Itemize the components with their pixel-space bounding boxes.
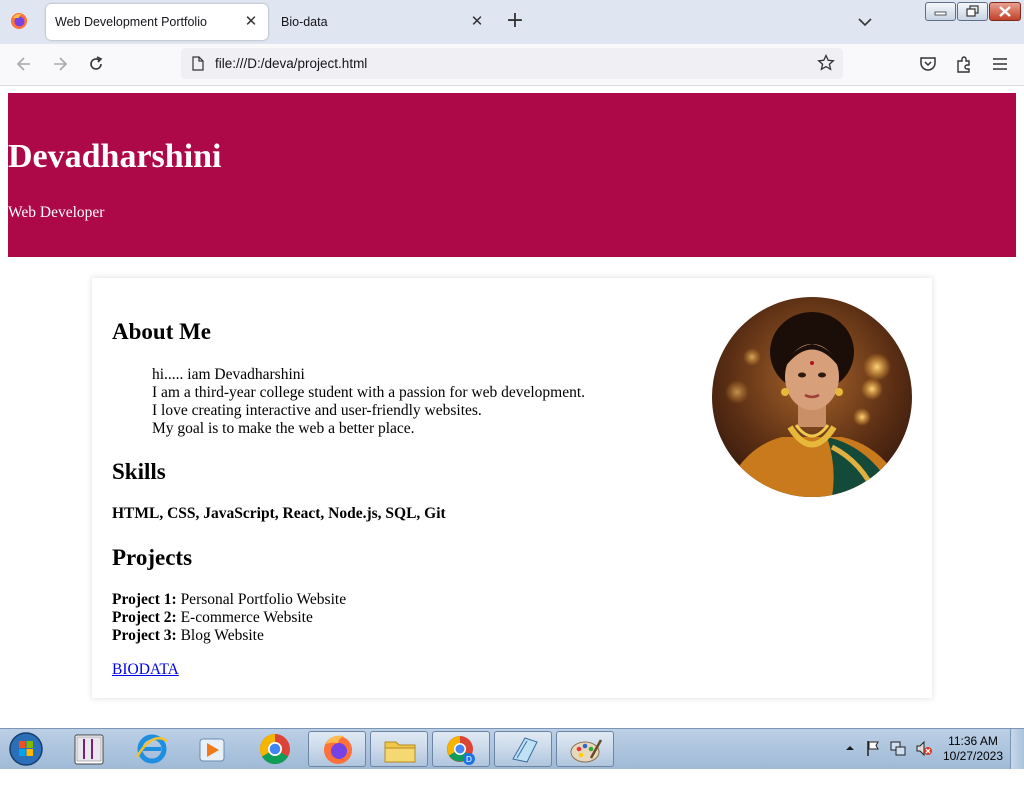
forward-arrow-icon[interactable] — [50, 54, 70, 74]
pocket-icon[interactable] — [918, 54, 938, 74]
chrome-profile-taskbar-icon[interactable]: D — [432, 731, 490, 767]
tally-icon[interactable] — [60, 731, 118, 767]
close-tab-icon[interactable]: ✕ — [243, 14, 259, 30]
bookmark-star-icon[interactable] — [817, 54, 835, 72]
chevron-down-icon[interactable] — [856, 14, 874, 30]
reload-icon[interactable] — [86, 54, 106, 74]
about-line: hi..... iam Devadharshini — [152, 366, 305, 383]
action-center-flag-icon[interactable] — [865, 740, 881, 757]
address-bar[interactable]: file:///D:/deva/project.html — [181, 48, 843, 79]
about-text: hi..... iam Devadharshini I am a third-y… — [152, 366, 585, 438]
page-title: Devadharshini — [8, 138, 222, 175]
about-line: My goal is to make the web a better plac… — [152, 420, 415, 437]
media-player-logo-icon — [199, 738, 225, 762]
minimize-icon — [934, 11, 947, 16]
project-name: Blog Website — [180, 627, 264, 644]
show-desktop-button[interactable] — [1010, 729, 1024, 769]
system-tray — [845, 737, 935, 761]
svg-text:D: D — [466, 755, 472, 764]
page-subtitle: Web Developer — [8, 204, 105, 221]
taskbar-clock[interactable]: 11:36 AM 10/27/2023 — [940, 734, 1006, 764]
minimize-button[interactable] — [925, 2, 956, 21]
clock-time: 11:36 AM — [948, 734, 998, 748]
firefox-logo-icon — [324, 735, 352, 764]
project-label: Project 1: — [112, 591, 177, 608]
chrome-icon[interactable] — [246, 731, 304, 767]
content-card: About Me hi..... iam Devadharshini I am … — [92, 278, 932, 698]
project-name: Personal Portfolio Website — [180, 591, 347, 608]
paint-palette-icon — [570, 739, 603, 763]
notepad-logo-icon — [512, 737, 538, 763]
firefox-icon[interactable] — [10, 12, 28, 30]
file-explorer-icon[interactable] — [370, 731, 428, 767]
restore-icon — [966, 5, 979, 17]
paint-icon[interactable] — [556, 731, 614, 767]
project-item: Project 3: Blog Website — [112, 627, 346, 645]
window-controls — [925, 2, 1021, 21]
close-tab-icon[interactable]: ✕ — [469, 14, 485, 30]
navigation-toolbar: file:///D:/deva/project.html — [0, 44, 1024, 86]
skills-heading: Skills — [112, 459, 166, 484]
tab-title: Bio-data — [281, 15, 328, 29]
projects-heading: Projects — [112, 545, 193, 570]
tally-erp-icon — [74, 734, 104, 765]
show-hidden-icons-icon[interactable] — [845, 743, 855, 753]
about-line: I love creating interactive and user-fri… — [152, 402, 482, 419]
start-orb-icon[interactable] — [7, 731, 45, 767]
chrome-profile-logo-icon: D — [447, 736, 475, 765]
media-player-icon[interactable] — [183, 731, 241, 767]
profile-photo — [712, 297, 912, 497]
project-item: Project 2: E-commerce Website — [112, 609, 346, 627]
project-item: Project 1: Personal Portfolio Website — [112, 591, 346, 609]
project-label: Project 2: — [112, 609, 177, 626]
portfolio-header: Devadharshini Web Developer — [8, 93, 1016, 257]
ie-logo-icon — [135, 734, 168, 764]
close-icon — [999, 6, 1011, 17]
browser-tab-strip: Web Development Portfolio ✕ Bio-data ✕ + — [0, 0, 1024, 44]
tab-title: Web Development Portfolio — [55, 15, 207, 29]
extensions-icon[interactable] — [954, 54, 974, 74]
notepad-icon[interactable] — [494, 731, 552, 767]
skills-list: HTML, CSS, JavaScript, React, Node.js, S… — [112, 505, 446, 522]
about-line: I am a third-year college student with a… — [152, 384, 586, 401]
new-tab-button[interactable]: + — [505, 10, 525, 32]
tab-bio-data[interactable]: Bio-data ✕ — [272, 4, 494, 40]
internet-explorer-icon[interactable] — [123, 731, 181, 767]
project-name: E-commerce Website — [180, 609, 313, 626]
tab-web-development-portfolio[interactable]: Web Development Portfolio ✕ — [46, 4, 268, 40]
projects-list: Project 1: Personal Portfolio Website Pr… — [112, 591, 346, 645]
back-arrow-icon[interactable] — [14, 54, 34, 74]
clock-date: 10/27/2023 — [942, 749, 1004, 763]
restore-button[interactable] — [957, 2, 988, 21]
url-text: file:///D:/deva/project.html — [215, 56, 368, 71]
biodata-link[interactable]: BIODATA — [112, 661, 179, 679]
close-window-button[interactable] — [989, 2, 1021, 21]
about-heading: About Me — [112, 319, 212, 344]
menu-icon[interactable] — [990, 54, 1010, 74]
firefox-taskbar-icon[interactable] — [308, 731, 366, 767]
network-icon[interactable] — [889, 740, 907, 757]
page-icon — [192, 56, 204, 71]
folder-icon — [384, 741, 416, 763]
profile-portrait-image — [712, 297, 912, 497]
chrome-logo-icon — [259, 734, 290, 765]
project-label: Project 3: — [112, 627, 177, 644]
windows-taskbar: D 11:36 AM 10/27/2023 — [0, 728, 1024, 769]
volume-muted-icon[interactable] — [915, 740, 933, 757]
